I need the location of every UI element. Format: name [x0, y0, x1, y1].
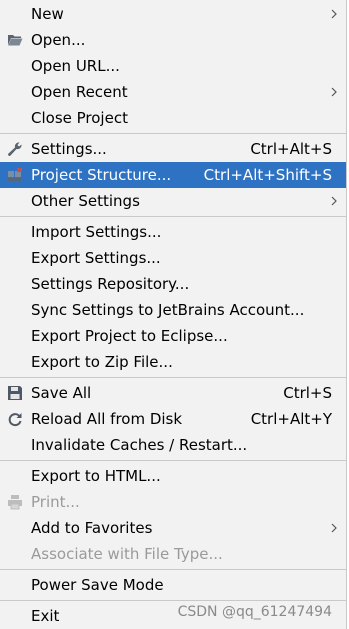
- menu-item-power-save[interactable]: Power Save Mode: [0, 572, 346, 598]
- menu-separator: [0, 133, 346, 134]
- menu-label-export-settings: Export Settings...: [31, 249, 161, 267]
- menu-item-open-url[interactable]: Open URL...: [0, 53, 346, 79]
- menu-label-power-save: Power Save Mode: [31, 576, 164, 594]
- menu-item-export-html[interactable]: Export to HTML...: [0, 463, 346, 489]
- shortcut-reload-all: Ctrl+Alt+Y: [250, 410, 332, 428]
- menu-label-invalidate-caches: Invalidate Caches / Restart...: [31, 436, 248, 454]
- menu-separator: [0, 377, 346, 378]
- save-icon: [8, 386, 22, 400]
- menu-item-export-eclipse[interactable]: Export Project to Eclipse...: [0, 323, 346, 349]
- menu-separator: [0, 460, 346, 461]
- menu-item-add-favorites[interactable]: Add to Favorites: [0, 515, 346, 541]
- watermark: CSDN @qq_61247494: [177, 604, 332, 620]
- folder-icon: [8, 35, 23, 46]
- menu-label-open: Open...: [31, 31, 86, 49]
- menu-separator: [0, 600, 346, 601]
- menu-item-open[interactable]: Open...: [0, 27, 346, 53]
- menu-item-export-zip[interactable]: Export to Zip File...: [0, 349, 346, 375]
- menu-label-add-favorites: Add to Favorites: [31, 519, 153, 537]
- menu-label-close-project: Close Project: [31, 109, 128, 127]
- menu-item-import-settings[interactable]: Import Settings...: [0, 219, 346, 245]
- menu-item-invalidate-caches[interactable]: Invalidate Caches / Restart...: [0, 432, 346, 458]
- menu-label-reload-all: Reload All from Disk: [31, 410, 183, 428]
- menu-label-settings-repository: Settings Repository...: [31, 275, 190, 293]
- menu-item-open-recent[interactable]: Open Recent: [0, 79, 346, 105]
- menu-item-reload-all[interactable]: Reload All from Disk Ctrl+Alt+Y: [0, 406, 346, 432]
- menu-label-export-zip: Export to Zip File...: [31, 353, 173, 371]
- submenu-arrow-icon: [331, 523, 337, 533]
- menu-label-print: Print...: [31, 493, 80, 511]
- menu-label-import-settings: Import Settings...: [31, 223, 162, 241]
- menu-label-associate-file-type: Associate with File Type...: [31, 545, 223, 563]
- menu-label-new: New: [31, 5, 64, 23]
- menu-label-export-html: Export to HTML...: [31, 467, 161, 485]
- wrench-icon: [8, 142, 22, 156]
- menu-separator: [0, 569, 346, 570]
- menu-label-other-settings: Other Settings: [31, 192, 140, 210]
- menu-item-close-project[interactable]: Close Project: [0, 105, 346, 131]
- shortcut-settings: Ctrl+Alt+S: [250, 140, 332, 158]
- menu-label-sync-settings: Sync Settings to JetBrains Account...: [31, 301, 305, 319]
- menu-item-new[interactable]: New: [0, 1, 346, 27]
- menu-item-export-settings[interactable]: Export Settings...: [0, 245, 346, 271]
- menu-separator: [0, 216, 346, 217]
- shortcut-save-all: Ctrl+S: [283, 384, 332, 402]
- printer-icon: [8, 495, 22, 510]
- menu-item-other-settings[interactable]: Other Settings: [0, 188, 346, 214]
- submenu-arrow-icon: [331, 87, 337, 97]
- menu-item-save-all[interactable]: Save All Ctrl+S: [0, 380, 346, 406]
- submenu-arrow-icon: [331, 196, 337, 206]
- menu-label-project-structure: Project Structure...: [31, 166, 172, 184]
- menu-item-associate-file-type: Associate with File Type...: [0, 541, 346, 567]
- menu-item-sync-settings[interactable]: Sync Settings to JetBrains Account...: [0, 297, 346, 323]
- menu-item-print: Print...: [0, 489, 346, 515]
- reload-icon: [8, 413, 22, 427]
- menu-item-project-structure[interactable]: Project Structure... Ctrl+Alt+Shift+S: [0, 162, 346, 188]
- menu-label-export-eclipse: Export Project to Eclipse...: [31, 327, 228, 345]
- menu-item-settings[interactable]: Settings... Ctrl+Alt+S: [0, 136, 346, 162]
- submenu-arrow-icon: [331, 9, 337, 19]
- shortcut-project-structure: Ctrl+Alt+Shift+S: [203, 166, 332, 184]
- file-menu: New Open... Open URL... Open Recent Clos…: [0, 0, 347, 629]
- menu-label-open-url: Open URL...: [31, 57, 120, 75]
- menu-label-save-all: Save All: [31, 384, 92, 402]
- menu-item-settings-repository[interactable]: Settings Repository...: [0, 271, 346, 297]
- menu-label-settings: Settings...: [31, 140, 107, 158]
- menu-label-exit: Exit: [31, 607, 60, 625]
- project-structure-icon: [8, 168, 22, 181]
- menu-label-open-recent: Open Recent: [31, 83, 128, 101]
